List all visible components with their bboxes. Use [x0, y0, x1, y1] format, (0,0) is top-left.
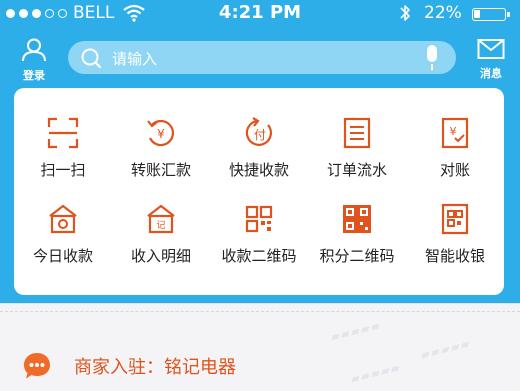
reconcile-icon: ¥	[441, 117, 469, 149]
login-label: 登录	[23, 69, 45, 82]
grid-item-today-income[interactable]: 今日收款	[14, 202, 112, 266]
grid-label: 订单流水	[326, 161, 387, 179]
grid-label: 今日收款	[32, 247, 93, 265]
grid-item-quick-pay[interactable]: 付 快捷收款	[210, 116, 308, 180]
watermark: ▰▰▰▰▰	[349, 360, 403, 386]
watermark: ▰▰▰▰▰	[419, 336, 473, 362]
notice-text: 商家入驻：铭记电器	[74, 357, 236, 378]
income-detail-icon: 记	[147, 204, 175, 234]
grid-item-reconcile[interactable]: ¥ 对账	[406, 116, 504, 180]
qr-code-icon	[245, 205, 273, 233]
status-bar: BELL 4:21 PM 22%	[0, 0, 520, 28]
messages-label: 消息	[480, 67, 502, 80]
grid-label: 对账	[439, 161, 470, 179]
order-list-icon	[343, 117, 371, 149]
microphone-icon[interactable]	[424, 44, 440, 72]
smart-cashier-icon	[441, 203, 469, 235]
grid-label: 收款二维码	[221, 247, 297, 265]
search-input[interactable]: 请输入	[112, 48, 157, 69]
grid-item-points-qr[interactable]: 积分二维码	[308, 202, 406, 266]
svg-text:¥: ¥	[450, 125, 457, 138]
svg-text:¥: ¥	[157, 127, 165, 141]
grid-label: 快捷收款	[228, 161, 289, 179]
grid-label: 收入明细	[130, 247, 191, 265]
scan-icon	[47, 117, 79, 149]
grid-item-order-list[interactable]: 订单流水	[308, 116, 406, 180]
battery-percent: 22%	[424, 3, 462, 23]
merchant-notice[interactable]: 商家入驻：铭记电器	[22, 351, 236, 381]
grid-label: 扫一扫	[40, 161, 86, 179]
notice-section: ▰▰▰▰▰ ▰▰▰▰▰ ▰▰▰▰▰ 商家入驻：铭记电器	[0, 303, 520, 391]
login-button[interactable]: 登录	[12, 38, 56, 82]
chat-bubble-icon	[24, 353, 50, 379]
svg-text:记: 记	[156, 220, 165, 231]
user-icon	[22, 38, 46, 62]
messages-button[interactable]: 消息	[469, 38, 513, 82]
function-grid-card: 扫一扫 ¥ 转账汇款 付 快捷收款 订单流水 ¥ 对账 今日收款 记 收入明细 …	[14, 88, 504, 295]
transfer-icon: ¥	[147, 119, 174, 147]
watermark: ▰▰▰▰▰	[329, 318, 383, 344]
today-income-icon	[49, 204, 77, 234]
grid-label: 积分二维码	[319, 247, 395, 265]
grid-label: 转账汇款	[130, 161, 191, 179]
battery-icon	[472, 8, 510, 21]
grid-item-income-detail[interactable]: 记 收入明细	[112, 202, 210, 266]
quick-pay-icon: 付	[245, 117, 273, 146]
bluetooth-icon	[400, 5, 410, 21]
grid-item-transfer[interactable]: ¥ 转账汇款	[112, 116, 210, 180]
points-qr-icon	[343, 205, 371, 233]
svg-text:付: 付	[254, 128, 266, 142]
search-bar[interactable]: 请输入	[68, 41, 456, 74]
grid-item-qr-code[interactable]: 收款二维码	[210, 202, 308, 266]
dashed-divider	[0, 311, 520, 312]
mail-icon	[477, 39, 505, 59]
grid-label: 智能收银	[424, 247, 485, 265]
grid-item-smart-cashier[interactable]: 智能收银	[406, 202, 504, 266]
grid-item-scan[interactable]: 扫一扫	[14, 116, 112, 180]
search-icon	[81, 48, 102, 69]
